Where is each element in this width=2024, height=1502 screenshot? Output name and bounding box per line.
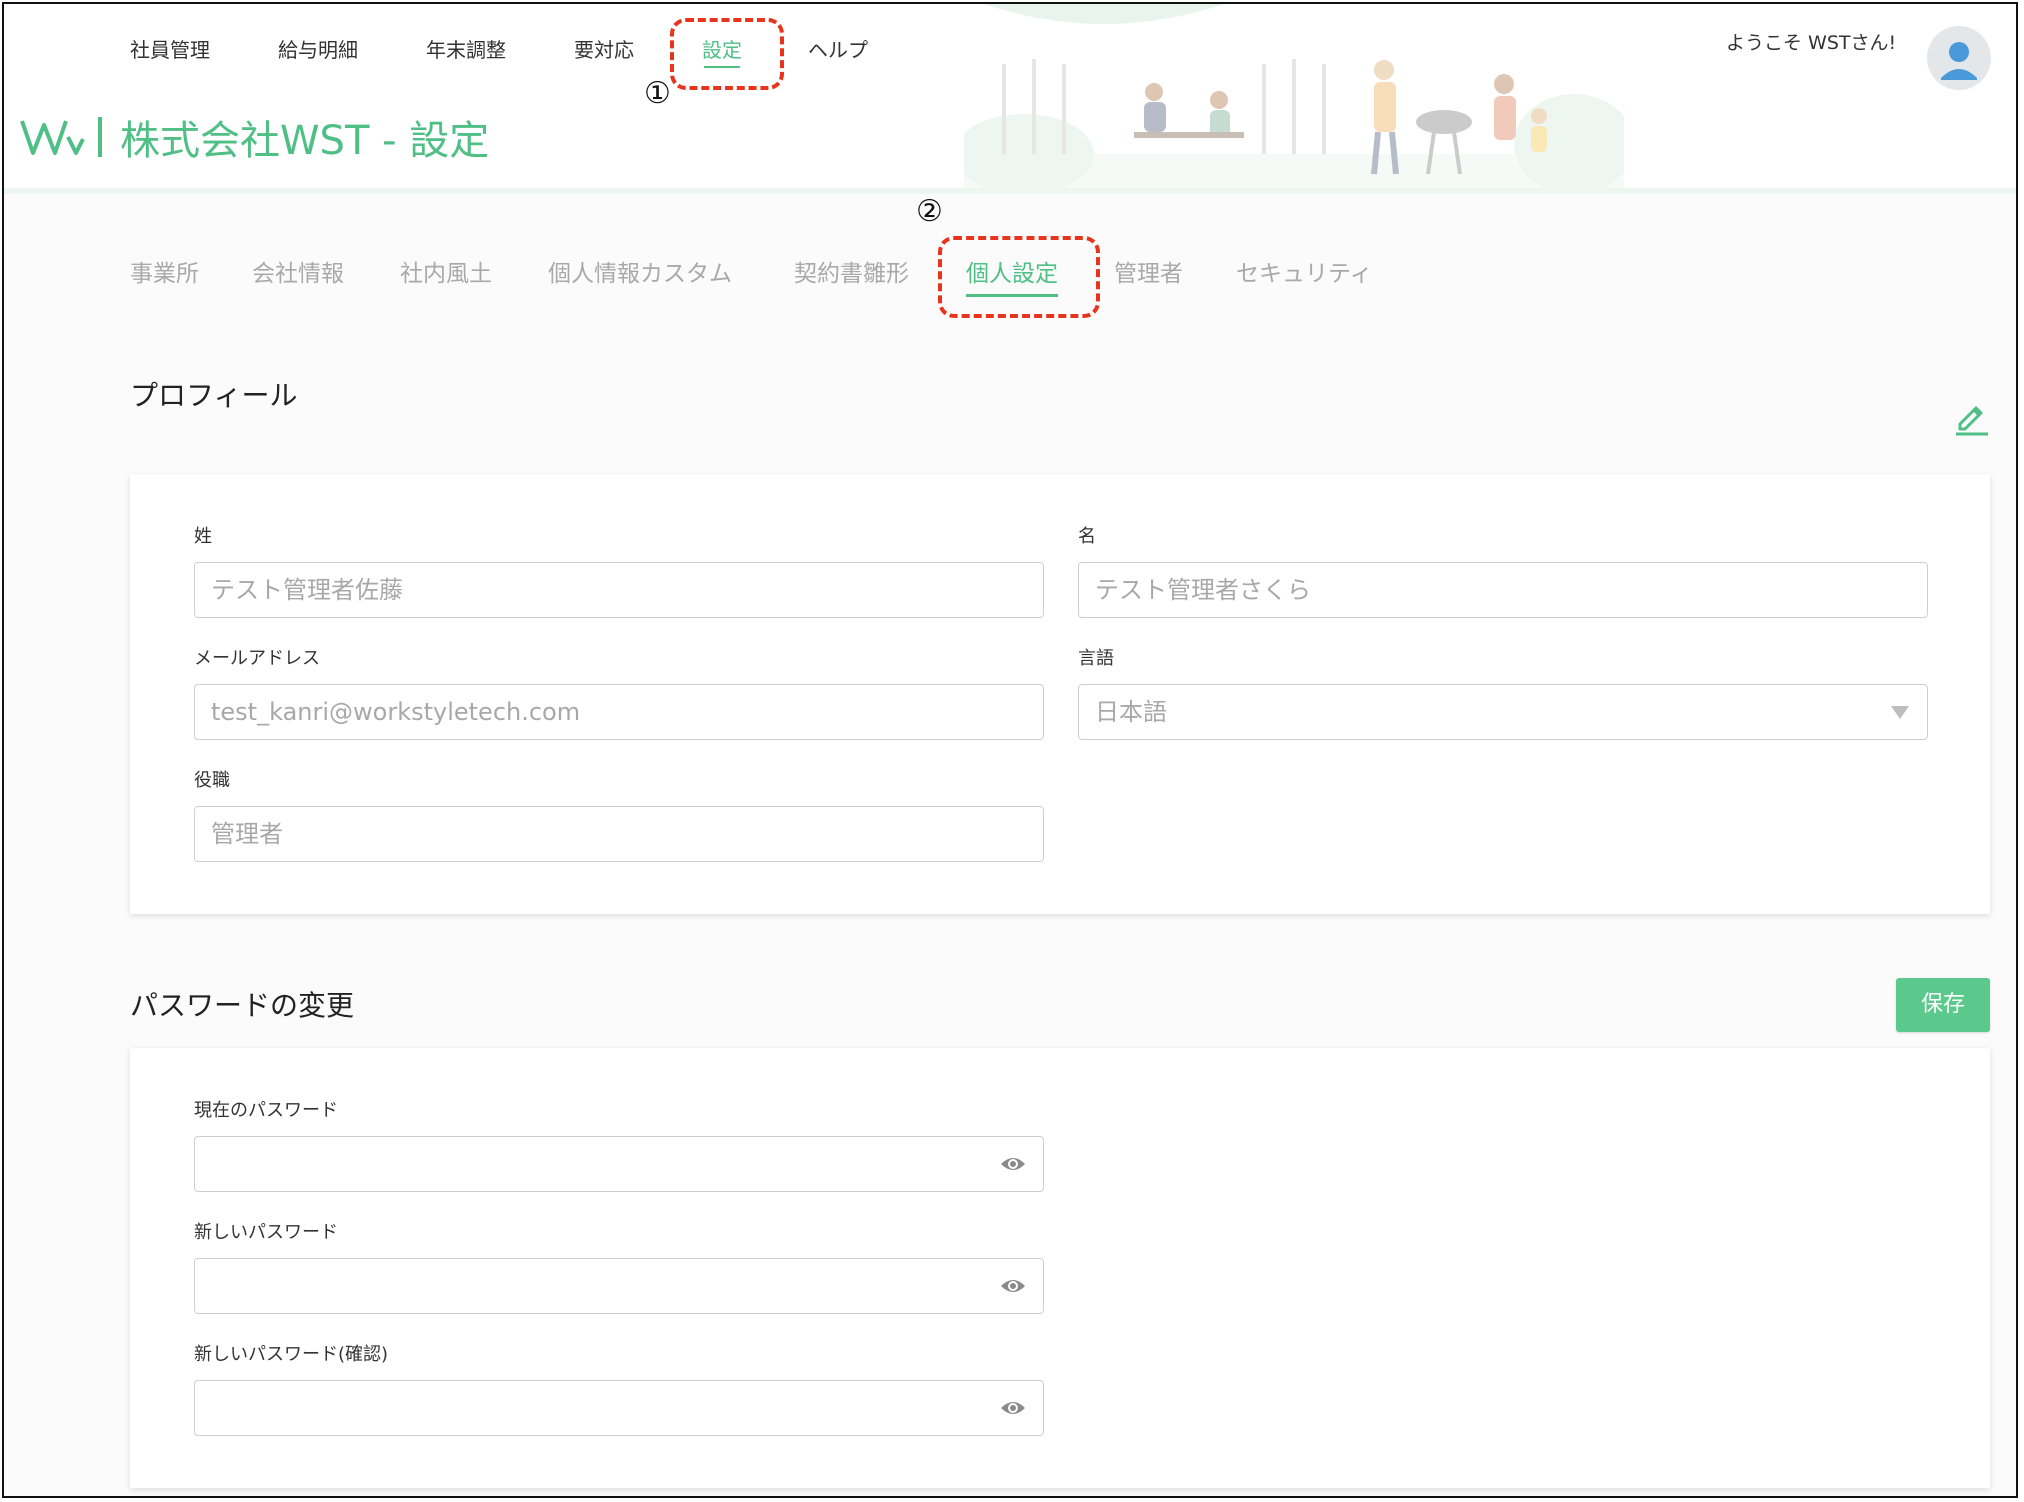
nav-item-employees[interactable]: 社員管理 bbox=[130, 34, 210, 63]
show-password-eye-icon[interactable] bbox=[999, 1397, 1027, 1419]
save-button[interactable]: 保存 bbox=[1896, 978, 1990, 1032]
company-logo-icon bbox=[20, 120, 85, 155]
chevron-down-icon bbox=[1891, 706, 1909, 719]
app-window: 社員管理 給与明細 年末調整 要対応 設定 ヘルプ 株式会社WST - 設定 よ… bbox=[2, 2, 2018, 1498]
email-input[interactable]: test_kanri@workstyletech.com bbox=[194, 684, 1044, 740]
new-password-input[interactable] bbox=[194, 1258, 1044, 1314]
tab-company-info[interactable]: 会社情報 bbox=[252, 254, 344, 288]
confirm-password-label: 新しいパスワード(確認) bbox=[194, 1344, 389, 1365]
header: 社員管理 給与明細 年末調整 要対応 設定 ヘルプ 株式会社WST - 設定 よ… bbox=[4, 4, 2016, 194]
language-select[interactable]: 日本語 bbox=[1078, 684, 1928, 740]
welcome-text: ようこそ WSTさん! bbox=[1726, 32, 1897, 54]
brand-divider bbox=[98, 117, 102, 157]
language-select-value: 日本語 bbox=[1095, 698, 1167, 726]
page-title: 株式会社WST - 設定 bbox=[120, 118, 490, 164]
last-name-input[interactable]: テスト管理者佐藤 bbox=[194, 562, 1044, 618]
profile-section-title: プロフィール bbox=[130, 379, 298, 412]
show-password-eye-icon[interactable] bbox=[999, 1275, 1027, 1297]
new-password-label: 新しいパスワード bbox=[194, 1222, 338, 1243]
avatar-icon bbox=[1941, 42, 1977, 80]
position-input[interactable]: 管理者 bbox=[194, 806, 1044, 862]
language-label: 言語 bbox=[1078, 648, 1114, 669]
email-label: メールアドレス bbox=[194, 648, 320, 669]
confirm-password-input[interactable] bbox=[194, 1380, 1044, 1436]
brand: 株式会社WST - 設定 bbox=[20, 108, 489, 166]
tab-active-underline bbox=[966, 294, 1058, 297]
tab-security[interactable]: セキュリティ bbox=[1236, 254, 1373, 288]
tab-administrators[interactable]: 管理者 bbox=[1114, 254, 1183, 288]
password-panel: 現在のパスワード 新しいパスワード 新しいパスワード(確認) bbox=[130, 1048, 1990, 1488]
tab-personal-settings-label: 個人設定 bbox=[966, 261, 1058, 287]
annotation-step-2: ② bbox=[916, 194, 943, 229]
tab-office[interactable]: 事業所 bbox=[130, 254, 199, 288]
last-name-label: 姓 bbox=[194, 526, 212, 547]
first-name-input[interactable]: テスト管理者さくら bbox=[1078, 562, 1928, 618]
annotation-step-1: ① bbox=[644, 76, 671, 111]
nav-item-help[interactable]: ヘルプ bbox=[808, 34, 868, 63]
edit-pencil-icon[interactable] bbox=[1954, 396, 1990, 436]
position-label: 役職 bbox=[194, 770, 230, 791]
current-password-input[interactable] bbox=[194, 1136, 1044, 1192]
first-name-label: 名 bbox=[1078, 526, 1096, 547]
tab-personal-info-custom[interactable]: 個人情報カスタム bbox=[548, 254, 732, 288]
password-section-title: パスワードの変更 bbox=[130, 989, 355, 1022]
current-password-label: 現在のパスワード bbox=[194, 1100, 338, 1121]
nav-item-action-required[interactable]: 要対応 bbox=[574, 34, 634, 63]
header-illustration bbox=[964, 4, 1624, 188]
annotation-highlight-settings bbox=[670, 18, 784, 90]
user-avatar[interactable] bbox=[1927, 26, 1991, 90]
tab-personal-settings[interactable]: 個人設定 bbox=[966, 254, 1058, 297]
tab-contract-templates[interactable]: 契約書雛形 bbox=[794, 254, 909, 288]
nav-item-payslips[interactable]: 給与明細 bbox=[278, 34, 358, 63]
profile-panel: 姓 テスト管理者佐藤 名 テスト管理者さくら メールアドレス test_kanr… bbox=[130, 474, 1990, 914]
show-password-eye-icon[interactable] bbox=[999, 1153, 1027, 1175]
nav-item-year-end[interactable]: 年末調整 bbox=[426, 34, 506, 63]
tab-culture[interactable]: 社内風土 bbox=[400, 254, 492, 288]
